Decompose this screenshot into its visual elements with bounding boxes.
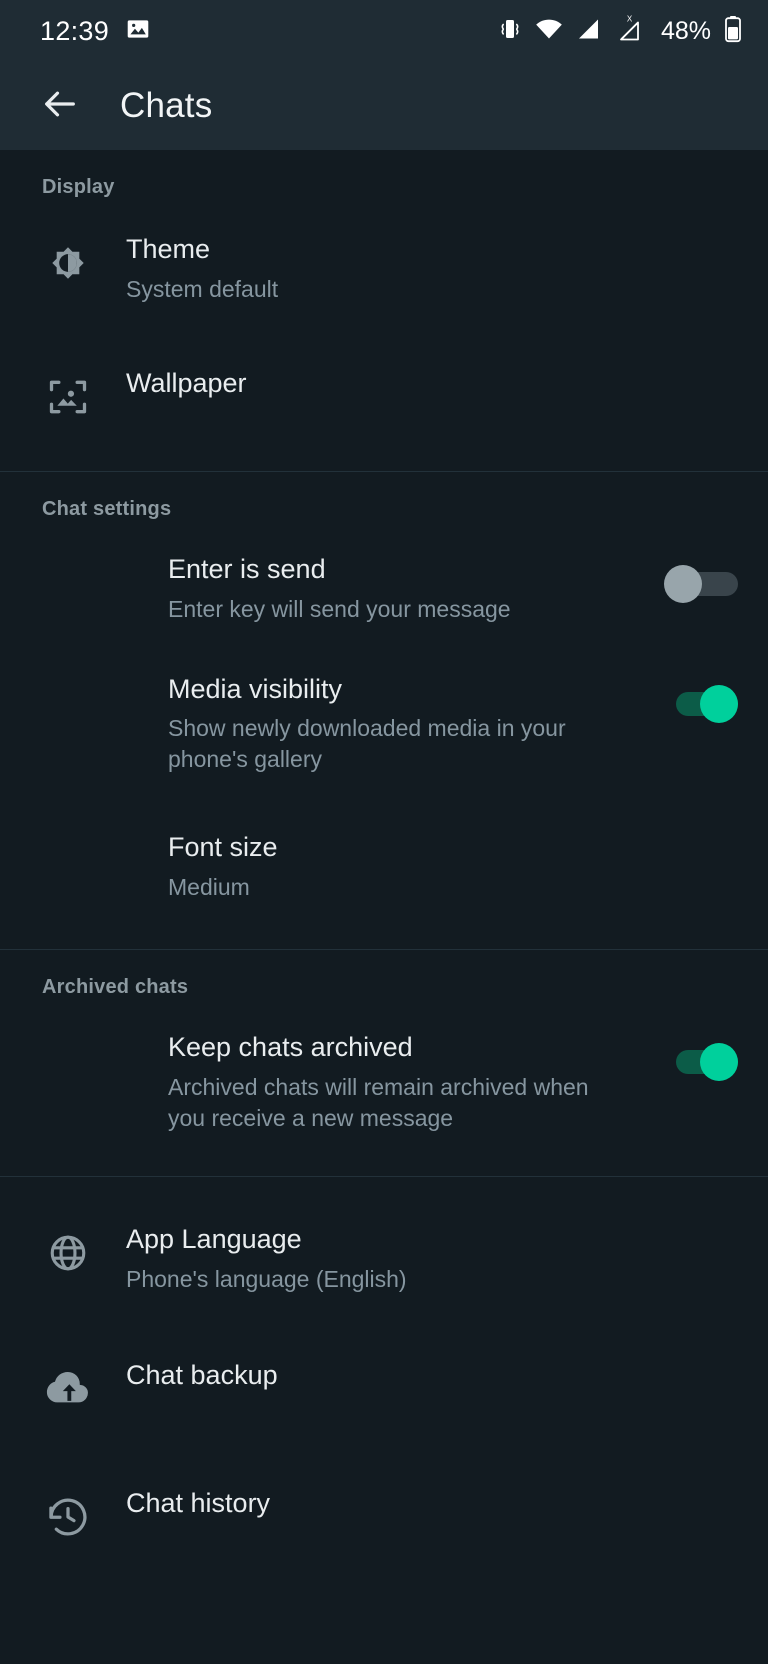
toggle-media-visibility[interactable]	[664, 684, 738, 723]
section-header-archived-chats: Archived chats	[42, 976, 189, 999]
row-theme[interactable]: Theme System default	[0, 209, 768, 329]
row-theme-subtitle: System default	[126, 275, 279, 302]
wallpaper-icon	[42, 371, 94, 423]
row-chat-history-title: Chat history	[126, 1487, 271, 1518]
section-misc: App Language Phone's language (English) …	[0, 1177, 768, 1579]
row-media-visibility-body: Media visibility Show newly downloaded m…	[42, 673, 664, 776]
toggle-thumb	[700, 684, 738, 723]
status-bar-left: 12:39	[40, 16, 151, 47]
row-wallpaper-body: Wallpaper	[94, 367, 738, 401]
back-arrow-icon	[40, 84, 80, 129]
row-theme-title: Theme	[126, 234, 211, 264]
row-font-size-subtitle: Medium	[168, 874, 250, 901]
settings-list: Display Theme System default Wallpaper C…	[0, 150, 768, 1664]
toggle-keep-chats-archived[interactable]	[664, 1043, 738, 1082]
row-chat-history-body: Chat history	[94, 1487, 738, 1521]
row-enter-is-send-body: Enter is send Enter key will send your m…	[42, 553, 664, 625]
row-enter-is-send[interactable]: Enter is send Enter key will send your m…	[0, 531, 768, 647]
row-font-size-title: Font size	[168, 832, 278, 863]
row-chat-backup-body: Chat backup	[94, 1359, 738, 1393]
section-header-chat-settings: Chat settings	[42, 497, 172, 520]
toggle-thumb	[700, 1043, 738, 1082]
row-keep-chats-archived-subtitle: Archived chats will remain archived when…	[168, 1073, 589, 1132]
phone-screen: 12:39 X 48% Chats Display Theme System d…	[0, 0, 768, 1664]
app-bar: Chats	[0, 62, 768, 150]
section-misc-spacer	[0, 1177, 768, 1195]
row-app-language-subtitle: Phone's language (English)	[126, 1265, 407, 1292]
vibrate-icon	[498, 16, 522, 47]
row-app-language-body: App Language Phone's language (English)	[94, 1223, 738, 1295]
toggle-enter-is-send[interactable]	[664, 564, 738, 603]
row-keep-chats-archived-title: Keep chats archived	[168, 1032, 413, 1063]
row-keep-chats-archived[interactable]: Keep chats archived Archived chats will …	[0, 1009, 768, 1176]
battery-percent-label: 48%	[660, 16, 711, 45]
history-icon	[42, 1491, 94, 1543]
image-icon	[125, 16, 151, 47]
row-chat-history[interactable]: Chat history	[0, 1451, 768, 1579]
battery-icon	[724, 15, 742, 48]
brightness-icon	[42, 237, 94, 289]
row-app-language-title: App Language	[126, 1224, 302, 1255]
section-display: Display Theme System default Wallpaper	[0, 150, 768, 471]
row-theme-body: Theme System default	[94, 233, 738, 305]
section-archived-chats: Archived chats Keep chats archived Archi…	[0, 950, 768, 1176]
row-chat-backup[interactable]: Chat backup	[0, 1323, 768, 1451]
section-header-display: Display	[42, 176, 115, 198]
signal-icon	[576, 16, 602, 47]
status-bar: 12:39 X 48%	[0, 0, 768, 62]
page-title: Chats	[120, 86, 213, 125]
section-chat-settings: Chat settings Enter is send Enter key wi…	[0, 472, 768, 949]
row-chat-backup-title: Chat backup	[126, 1359, 278, 1390]
status-bar-clock: 12:39	[40, 15, 110, 46]
row-font-size[interactable]: Font size Medium	[0, 801, 768, 949]
status-bar-right: X 48%	[498, 14, 742, 48]
row-enter-is-send-title: Enter is send	[168, 553, 326, 584]
row-enter-is-send-subtitle: Enter key will send your message	[168, 595, 511, 622]
row-keep-chats-archived-body: Keep chats archived Archived chats will …	[42, 1031, 664, 1134]
svg-text:X: X	[627, 15, 633, 24]
back-button[interactable]	[32, 78, 88, 134]
row-wallpaper-title: Wallpaper	[126, 367, 247, 398]
row-wallpaper[interactable]: Wallpaper	[0, 329, 768, 471]
row-app-language[interactable]: App Language Phone's language (English)	[0, 1195, 768, 1323]
row-media-visibility-title: Media visibility	[168, 673, 343, 704]
globe-icon	[42, 1227, 94, 1279]
toggle-thumb	[664, 564, 702, 603]
row-media-visibility[interactable]: Media visibility Show newly downloaded m…	[0, 647, 768, 802]
wifi-icon	[535, 16, 563, 47]
no-sim-signal-icon: X	[615, 14, 645, 48]
row-media-visibility-subtitle: Show newly downloaded media in your phon…	[168, 715, 566, 773]
cloud-upload-icon	[42, 1363, 94, 1415]
row-font-size-body: Font size Medium	[42, 831, 738, 903]
